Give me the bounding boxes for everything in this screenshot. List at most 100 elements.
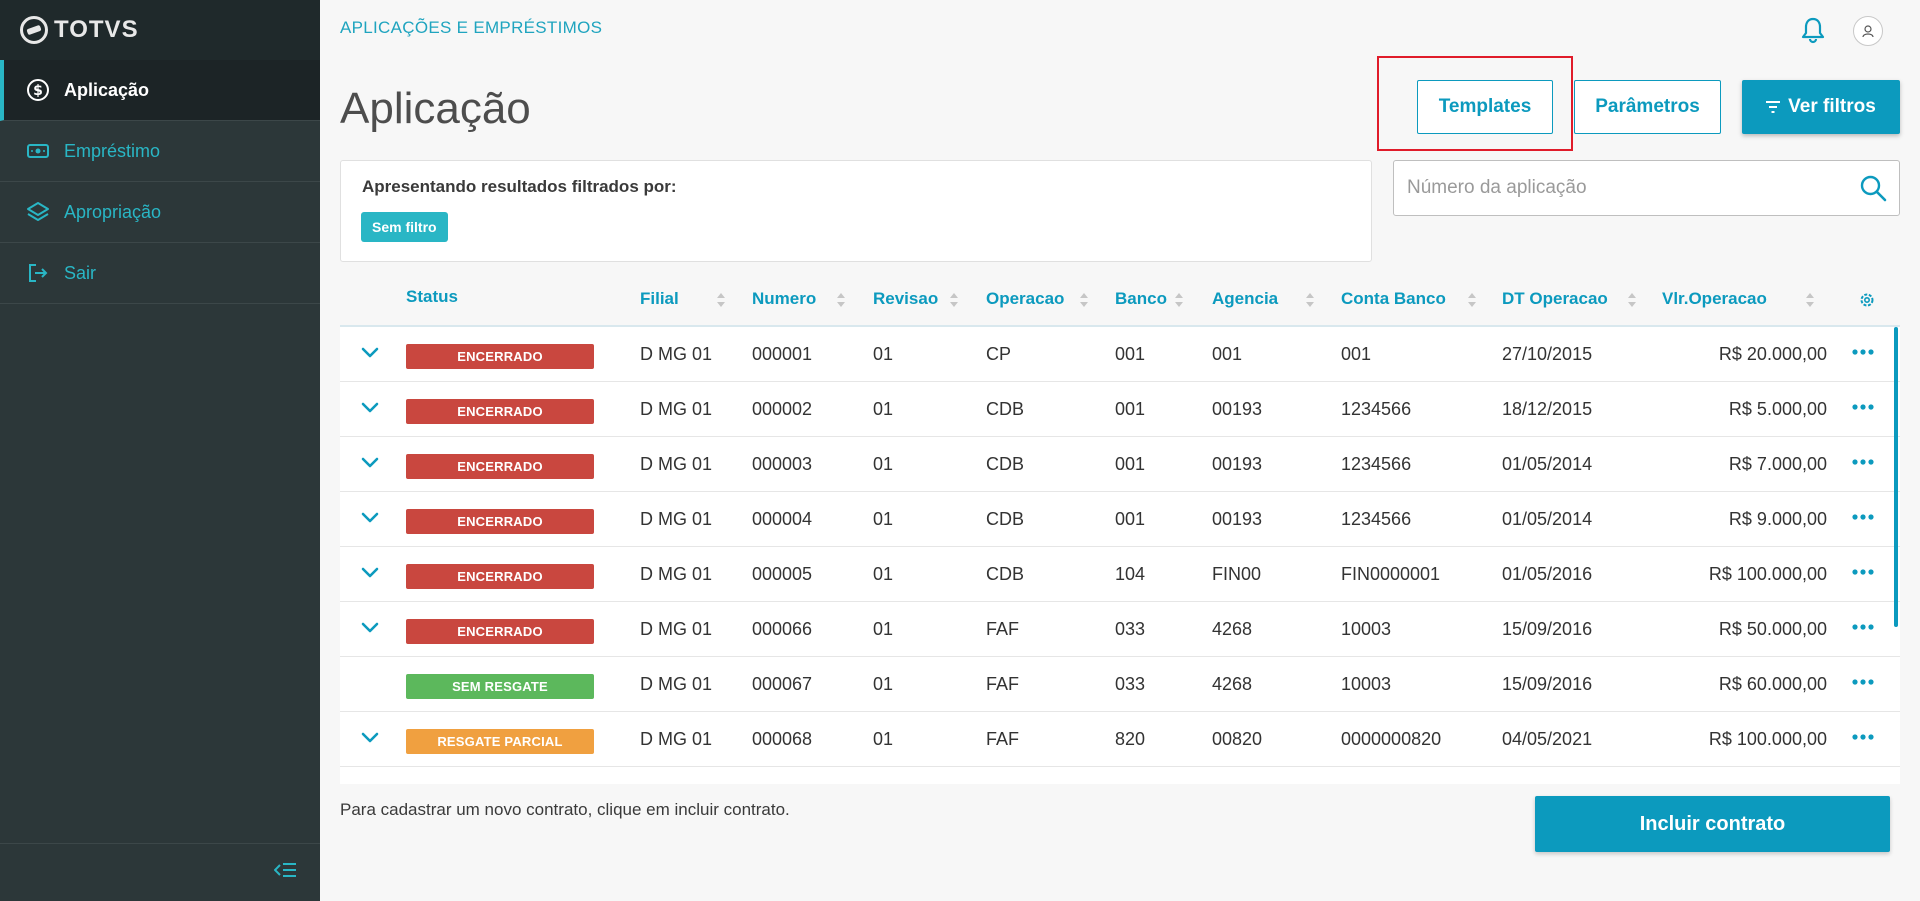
sort-icon[interactable] [1628, 293, 1636, 307]
table-body: ENCERRADO D MG 01 000001 01 CP 001 001 001 27/10… [340, 327, 1900, 767]
cell-agencia: 4268 [1212, 674, 1253, 694]
sort-icon[interactable] [717, 293, 725, 307]
more-options-icon[interactable] [1852, 563, 1874, 581]
scrollbar[interactable] [1894, 327, 1898, 627]
cell-numero: 000068 [752, 729, 813, 749]
chevron-down-icon[interactable] [358, 506, 382, 530]
cell-revisao: 01 [873, 674, 894, 694]
column-filial[interactable]: Filial [640, 289, 679, 309]
table-row[interactable]: ENCERRADO D MG 01 000001 01 CP 001 001 001 27/10… [340, 327, 1900, 382]
filter-icon [1766, 101, 1781, 113]
collapse-menu-icon[interactable] [273, 860, 298, 885]
more-options-icon[interactable] [1852, 398, 1874, 416]
table-row[interactable]: SEM RESGATE D MG 01 000067 01 FAF 033 4268 1000… [340, 657, 1900, 712]
chevron-down-icon[interactable] [358, 396, 382, 420]
chevron-down-icon[interactable] [358, 726, 382, 750]
more-options-icon[interactable] [1852, 728, 1874, 746]
chevron-down-icon[interactable] [358, 451, 382, 475]
chevron-down-icon[interactable] [358, 561, 382, 585]
table-row[interactable]: RESGATE PARCIAL D MG 01 000068 01 FAF 820 0082… [340, 712, 1900, 767]
templates-button[interactable]: Templates [1417, 80, 1553, 134]
cell-operacao: FAF [986, 729, 1020, 749]
sort-icon[interactable] [1175, 293, 1183, 307]
column-banco[interactable]: Banco [1115, 289, 1167, 309]
sort-icon[interactable] [1806, 293, 1814, 307]
table-row[interactable]: ENCERRADO D MG 01 000004 01 CDB 001 00193 12345… [340, 492, 1900, 547]
cell-operacao: CDB [986, 509, 1025, 529]
table-row[interactable]: ENCERRADO D MG 01 000005 01 CDB 104 FIN00 FIN00… [340, 547, 1900, 602]
sort-icon[interactable] [1468, 293, 1476, 307]
column-agencia[interactable]: Agencia [1212, 289, 1278, 309]
cell-banco: 001 [1115, 454, 1146, 474]
cell-agencia: 00193 [1212, 509, 1263, 529]
more-options-icon[interactable] [1852, 453, 1874, 471]
sort-icon[interactable] [837, 293, 845, 307]
cell-numero: 000002 [752, 399, 813, 419]
gear-icon[interactable] [1858, 291, 1876, 314]
cell-filial: D MG 01 [640, 399, 713, 419]
cell-revisao: 01 [873, 454, 894, 474]
column-revisao[interactable]: Revisao [873, 289, 938, 309]
dollar-circle-icon: $ [26, 78, 50, 102]
cell-revisao: 01 [873, 344, 894, 364]
cell-conta-banco: 1234566 [1341, 454, 1412, 474]
cell-agencia: 00193 [1212, 399, 1263, 419]
cell-vlr-operacao: R$ 9.000,00 [1728, 509, 1827, 529]
logout-icon [26, 261, 50, 285]
status-badge: ENCERRADO [406, 399, 594, 424]
status-badge: ENCERRADO [406, 454, 594, 479]
cell-operacao: CDB [986, 564, 1025, 584]
search-input[interactable] [1394, 177, 1834, 199]
sort-icon[interactable] [1306, 293, 1314, 307]
cell-agencia: 001 [1212, 344, 1243, 364]
avatar[interactable] [1853, 16, 1883, 46]
sidebar-item-label: Apropriação [64, 201, 162, 222]
bell-icon[interactable] [1800, 16, 1826, 44]
cell-vlr-operacao: R$ 5.000,00 [1728, 399, 1827, 419]
cell-operacao: CDB [986, 399, 1025, 419]
more-options-icon[interactable] [1852, 618, 1874, 636]
more-options-icon[interactable] [1852, 673, 1874, 691]
cell-numero: 000067 [752, 674, 813, 694]
cell-banco: 001 [1115, 399, 1146, 419]
sidebar-item-aplicacao[interactable]: $ Aplicação [0, 60, 320, 121]
sort-icon[interactable] [950, 293, 958, 307]
include-contract-button[interactable]: Incluir contrato [1535, 796, 1890, 852]
column-vlr-operacao[interactable]: Vlr.Operacao [1662, 289, 1767, 309]
status-badge: ENCERRADO [406, 344, 594, 369]
more-options-icon[interactable] [1852, 508, 1874, 526]
column-operacao[interactable]: Operacao [986, 289, 1064, 309]
cell-numero: 000003 [752, 454, 813, 474]
chevron-down-icon[interactable] [358, 341, 382, 365]
sidebar-item-emprestimo[interactable]: Empréstimo [0, 121, 320, 182]
table-row[interactable]: ENCERRADO D MG 01 000066 01 FAF 033 4268 10003 1… [340, 602, 1900, 657]
sort-icon[interactable] [1080, 293, 1088, 307]
cell-agencia: 00820 [1212, 729, 1263, 749]
cell-agencia: 00193 [1212, 454, 1263, 474]
cell-dt-operacao: 01/05/2014 [1502, 454, 1593, 474]
column-status[interactable]: Status [406, 287, 458, 307]
cell-vlr-operacao: R$ 60.000,00 [1718, 674, 1827, 694]
column-dt-operacao[interactable]: DT Operacao [1502, 289, 1608, 309]
cell-dt-operacao: 01/05/2016 [1502, 564, 1593, 584]
status-badge: ENCERRADO [406, 564, 594, 589]
table-row[interactable]: ENCERRADO D MG 01 000003 01 CDB 001 00193 12345… [340, 437, 1900, 492]
sidebar-item-apropriacao[interactable]: Apropriação [0, 182, 320, 243]
column-numero[interactable]: Numero [752, 289, 816, 309]
brand-name: TOTVS [54, 16, 139, 43]
chevron-down-icon[interactable] [358, 616, 382, 640]
cell-conta-banco: 1234566 [1341, 509, 1412, 529]
view-filters-button[interactable]: Ver filtros [1742, 80, 1900, 134]
totvs-logo-icon [20, 16, 48, 44]
sidebar-item-sair[interactable]: Sair [0, 243, 320, 304]
filter-summary-label: Apresentando resultados filtrados por: [362, 177, 677, 196]
breadcrumb[interactable]: APLICAÇÕES E EMPRÉSTIMOS [340, 18, 602, 38]
filter-chip[interactable]: Sem filtro [361, 212, 448, 242]
cell-banco: 104 [1115, 564, 1146, 584]
page-title: Aplicação [340, 84, 531, 133]
table-row[interactable]: ENCERRADO D MG 01 000002 01 CDB 001 00193 12345… [340, 382, 1900, 437]
more-options-icon[interactable] [1852, 343, 1874, 361]
search-icon[interactable] [1859, 174, 1887, 207]
column-conta-banco[interactable]: Conta Banco [1341, 289, 1446, 309]
parameters-button[interactable]: Parâmetros [1574, 80, 1721, 134]
